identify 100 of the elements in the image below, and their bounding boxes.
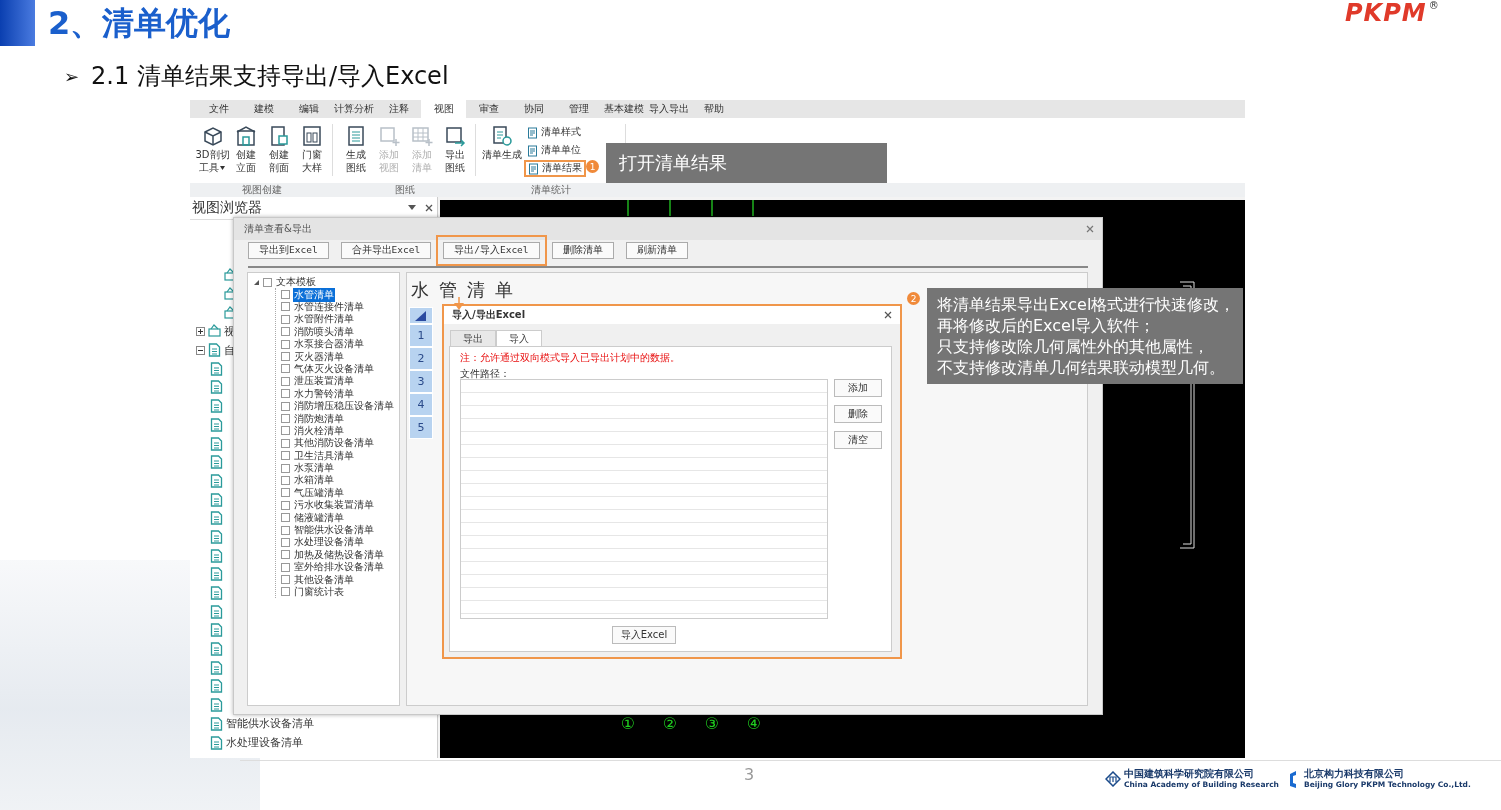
tree-item[interactable]: 消防炮清单 [293, 411, 345, 426]
menu-tab[interactable]: 帮助 [691, 100, 736, 118]
checkbox[interactable] [281, 401, 290, 411]
toolbar-button[interactable]: 删除清单 [551, 242, 614, 259]
checkbox[interactable] [281, 575, 290, 585]
checkbox[interactable] [281, 364, 290, 374]
checkbox[interactable] [281, 290, 290, 300]
tree-item[interactable]: 自 [224, 342, 235, 358]
checkbox[interactable] [281, 302, 290, 312]
ribbon-tool-button[interactable]: 生成 图纸 [339, 124, 372, 176]
tree-item[interactable]: 水泵清单 [293, 461, 335, 476]
menu-tab[interactable]: 协同 [511, 100, 556, 118]
checkbox[interactable] [281, 513, 290, 523]
ribbon-tool-button[interactable]: 门窗 大样 [295, 124, 328, 176]
expanded-icon[interactable] [253, 278, 260, 286]
menu-tab[interactable]: 编辑 [286, 100, 331, 118]
checkbox[interactable] [281, 488, 290, 498]
axis-label: ① [619, 714, 637, 733]
ribbon-tool-button[interactable]: 3D剖切 工具 [196, 124, 229, 176]
checkbox[interactable] [281, 463, 290, 473]
menu-tab[interactable]: 基本建模 [601, 100, 646, 118]
tree-item[interactable]: 气体灭火设备清单 [293, 361, 375, 376]
tree-item[interactable]: 气压罐清单 [293, 485, 345, 500]
tree-item[interactable]: 室外给排水设备清单 [293, 560, 385, 575]
checkbox[interactable] [263, 277, 272, 287]
checkbox[interactable] [281, 500, 290, 510]
menu-tab[interactable]: 导入导出 [646, 100, 691, 118]
row-header: 4 [409, 393, 433, 416]
tree-item[interactable]: 水泵接合器清单 [293, 337, 365, 352]
tree-item[interactable]: 污水收集装置清单 [293, 498, 375, 513]
close-icon[interactable] [425, 204, 433, 212]
ribbon-tool-button[interactable]: 创建 立面 [229, 124, 262, 176]
tree-item[interactable]: 其他设备清单 [293, 572, 355, 587]
tree-item[interactable]: 门窗统计表 [293, 584, 345, 599]
close-icon[interactable] [884, 311, 892, 319]
tree-item[interactable]: 消防喷头清单 [293, 324, 355, 339]
tree-item[interactable]: 卫生洁具清单 [293, 448, 355, 463]
toolbar-button[interactable]: 刷新清单 [625, 242, 688, 259]
close-icon[interactable] [1086, 225, 1094, 233]
menu-tab[interactable]: 注释 [376, 100, 421, 118]
checkbox[interactable] [281, 525, 290, 535]
checkbox[interactable] [281, 426, 290, 436]
checkbox[interactable] [281, 562, 290, 572]
ribbon-tool-button[interactable]: 创建 剖面 [262, 124, 295, 176]
checkbox[interactable] [281, 376, 290, 386]
tree-item[interactable]: 水处理设备清单 [226, 735, 303, 751]
toolbar-button[interactable]: 合并导出Excel [340, 242, 432, 259]
checkbox[interactable] [281, 475, 290, 485]
checkbox[interactable] [281, 550, 290, 560]
tree-item[interactable]: 泄压装置清单 [293, 374, 355, 389]
tree-item[interactable]: 智能供水设备清单 [293, 523, 375, 537]
checkbox[interactable] [281, 389, 290, 399]
menu-tab[interactable]: 建模 [241, 100, 286, 118]
ribbon-small-button[interactable]: 清单单位 [524, 142, 586, 159]
checkbox[interactable] [281, 537, 290, 547]
tree-item[interactable]: 加热及储热设备清单 [293, 547, 385, 562]
menu-tab[interactable]: 计算分析 [331, 100, 376, 118]
org-name: 中国建筑科学研究院有限公司 [1124, 768, 1255, 779]
tree-item[interactable]: 水管清单 [293, 287, 335, 302]
ribbon-small-button[interactable]: 清单结果 [524, 160, 586, 177]
ribbon-small-button[interactable]: 清单样式 [524, 124, 586, 141]
checkbox[interactable] [281, 438, 290, 448]
tree-item[interactable]: 水管连接件清单 [293, 300, 365, 314]
side-button[interactable]: 清空 [834, 431, 882, 449]
checkbox[interactable] [281, 414, 290, 423]
document-icon [210, 492, 223, 507]
dropdown-icon[interactable] [407, 204, 417, 212]
tree-item[interactable]: 水管附件清单 [293, 312, 355, 327]
tree-item[interactable]: 水处理设备清单 [293, 535, 365, 550]
table-title: 水管清单 [410, 280, 523, 300]
checkbox[interactable] [281, 451, 290, 461]
checkbox[interactable] [281, 314, 290, 324]
tree-item[interactable]: 水力警铃清单 [293, 386, 355, 401]
tree-item[interactable]: 水箱清单 [293, 473, 335, 488]
tree-item[interactable]: 消防增压稳压设备清单 [293, 399, 395, 414]
menu-tab[interactable]: 文件 [196, 100, 241, 118]
checkbox[interactable] [281, 352, 290, 362]
menu-tab[interactable]: 管理 [556, 100, 601, 118]
tree-item[interactable]: 文本模板 [275, 275, 317, 290]
collapse-icon[interactable] [196, 345, 205, 355]
checkbox[interactable] [281, 587, 290, 597]
sheet-icon [527, 144, 539, 157]
tree-item[interactable]: 消火栓清单 [293, 423, 345, 438]
tab[interactable]: 导出 [450, 330, 496, 346]
ribbon-tool-button[interactable]: 导出 图纸 [438, 124, 471, 176]
ribbon-tool-button[interactable]: 清单生成 [482, 124, 522, 176]
checkbox[interactable] [281, 339, 290, 349]
toolbar-button[interactable]: 导出/导入Excel [443, 242, 540, 259]
tree-item[interactable]: 储液罐清单 [293, 510, 345, 525]
import-button[interactable]: 导入Excel [611, 626, 677, 644]
checkbox[interactable] [281, 327, 290, 337]
tree-item[interactable]: 其他消防设备清单 [293, 436, 375, 451]
menu-tab[interactable]: 视图 [421, 100, 466, 118]
side-button[interactable]: 添加 [834, 379, 882, 397]
tree-item[interactable]: 灭火器清单 [293, 349, 345, 364]
menu-tab[interactable]: 审查 [466, 100, 511, 118]
side-button[interactable]: 删除 [834, 405, 882, 423]
expand-icon[interactable] [196, 326, 205, 336]
toolbar-button[interactable]: 导出到Excel [248, 242, 329, 259]
tree-item[interactable]: 智能供水设备清单 [226, 716, 314, 732]
